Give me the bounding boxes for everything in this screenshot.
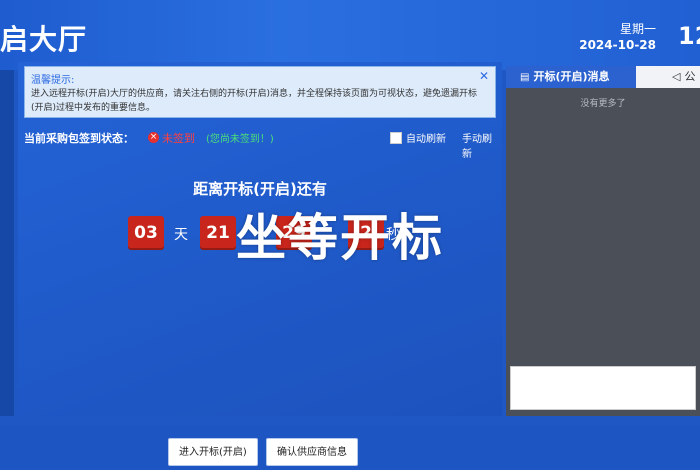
page-title: 启大厅 [0, 23, 88, 56]
close-icon[interactable]: ✕ [479, 69, 489, 83]
clock-label: 12 [678, 22, 700, 50]
countdown-title: 距离开标(开启)还有 [193, 180, 327, 198]
speaker-icon: ◁ [672, 70, 681, 83]
notice-body: 进入远程开标(开启)大厅的供应商，请关注右侧的开标(开启)消息，并全程保持该页面… [31, 89, 478, 113]
message-tabs: ▤ 开标(开启)消息 ◁ 公 [506, 66, 700, 88]
status-hint: (您尚未签到！) [206, 134, 274, 145]
signin-status-row: 当前采购包签到状态： × 未签到 (您尚未签到！) 自动刷新 手动刷新 [24, 130, 500, 160]
confirm-supplier-info-button[interactable]: 确认供应商信息 [266, 438, 358, 466]
auto-refresh-label: 自动刷新 [406, 134, 446, 145]
tab-bid-messages-label: 开标(开启)消息 [533, 70, 610, 83]
weekday-label: 星期一 [619, 22, 656, 36]
notice-title: 温馨提示: [31, 75, 75, 86]
countdown-days: 03 [128, 216, 164, 250]
tab-bid-messages[interactable]: ▤ 开标(开启)消息 [506, 66, 636, 88]
left-rail [0, 70, 14, 416]
header: 启大厅 星期一 2024-10-28 12 [0, 0, 700, 70]
message-icon: ▤ [520, 72, 530, 83]
notice-box: 温馨提示: 进入远程开标(开启)大厅的供应商，请关注右侧的开标(开启)消息，并全… [24, 66, 496, 118]
footer-bar: 进入开标(开启) 确认供应商信息 [0, 426, 700, 470]
status-label: 当前采购包签到状态： [24, 132, 134, 145]
auto-refresh-checkbox[interactable] [390, 132, 402, 144]
tab-announcements-label: 公 [684, 70, 696, 83]
message-panel: ▤ 开标(开启)消息 ◁ 公 没有更多了 [506, 66, 700, 416]
manual-refresh-button[interactable]: 手动刷新 [462, 130, 500, 160]
error-icon: × [148, 132, 159, 143]
empty-message: 没有更多了 [580, 99, 626, 109]
date-label: 2024-10-28 [579, 38, 656, 52]
message-input-area[interactable] [510, 366, 696, 410]
countdown-hours: 21 [200, 216, 236, 250]
status-value: 未签到 [162, 132, 195, 145]
countdown-days-unit: 天 [174, 227, 188, 243]
enter-bid-opening-button[interactable]: 进入开标(开启) [168, 438, 258, 466]
tab-announcements[interactable]: ◁ 公 [636, 66, 700, 88]
overlay-caption: 坐等开标 [236, 209, 444, 267]
